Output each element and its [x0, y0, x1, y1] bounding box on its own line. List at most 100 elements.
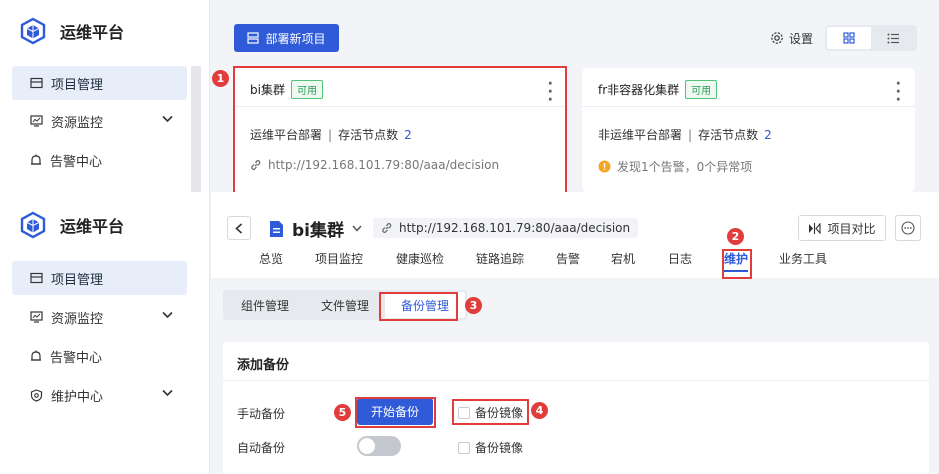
chevron-down-icon[interactable]: [162, 115, 173, 123]
project-compare-button[interactable]: 项目对比: [798, 215, 886, 241]
maintenance-sub-tabs: 组件管理 文件管理 备份管理: [223, 290, 468, 320]
sub-tab-file-management[interactable]: 文件管理: [305, 292, 385, 318]
tab-maintenance[interactable]: 维护: [724, 250, 749, 272]
gear-icon: [771, 32, 783, 44]
project-card-fr[interactable]: fr非容器化集群 可用 · · · 非运维平台部署 | 存活节点数 2 发现1个告警…: [582, 68, 915, 192]
chevron-down-icon[interactable]: [352, 225, 362, 232]
deploy-type: 运维平台部署: [250, 128, 323, 142]
list-box-icon: [30, 77, 43, 89]
status-badge: 可用: [290, 80, 323, 99]
nodes-count[interactable]: 2: [764, 128, 772, 142]
project-title-text: bi集群: [292, 221, 344, 241]
project-title[interactable]: bi集群: [269, 216, 362, 241]
tab-business-tools[interactable]: 业务工具: [779, 250, 827, 272]
project-detail-area: bi集群 http://192.168.101.79:80/aaa/decisi…: [211, 192, 939, 474]
back-button[interactable]: [227, 216, 251, 240]
checkbox-box[interactable]: [458, 441, 470, 454]
callout-badge: 2: [727, 228, 744, 245]
bottom-screenshot-pane: 运维平台 项目管理 资源监控 告警中心 维护中心 bi集群 http://192…: [0, 192, 939, 474]
project-url-text: http://192.168.101.79:80/aaa/decision: [399, 221, 631, 235]
callout-badge: 5: [334, 404, 351, 421]
settings-label: 设置: [788, 31, 813, 46]
sidebar-item-resource-monitor[interactable]: 资源监控: [12, 104, 187, 138]
backup-mirror-checkbox[interactable]: 备份镜像: [458, 404, 523, 421]
bell-icon: [31, 154, 41, 165]
start-backup-button[interactable]: 开始备份: [357, 398, 433, 425]
card-divider: [582, 106, 915, 107]
sub-tab-backup-management[interactable]: 备份管理: [385, 292, 466, 318]
more-options-button[interactable]: [895, 215, 921, 241]
sidebar: 运维平台 项目管理 资源监控 告警中心 维护中心: [0, 192, 210, 474]
more-vertical-icon[interactable]: · · ·: [548, 77, 553, 107]
card-divider: [234, 106, 567, 107]
list-box-icon: [30, 272, 43, 284]
auto-backup-mirror-checkbox[interactable]: 备份镜像: [458, 439, 523, 456]
sidebar-item-resource-monitor[interactable]: 资源监控: [12, 300, 187, 334]
callout-badge: 3: [465, 297, 482, 314]
add-backup-panel: 添加备份: [223, 342, 929, 474]
list-icon: [887, 33, 899, 43]
card-meta: 非运维平台部署 | 存活节点数 2: [598, 126, 772, 143]
deploy-new-project-button[interactable]: 部署新项目: [234, 24, 339, 52]
auto-backup-switch[interactable]: [357, 436, 401, 456]
deploy-type: 非运维平台部署: [598, 128, 683, 142]
sidebar-item-maintenance-center[interactable]: 维护中心: [12, 378, 187, 412]
shield-gear-icon: [30, 388, 43, 402]
card-warning[interactable]: 发现1个告警，0个异常项: [598, 158, 752, 175]
link-icon: [382, 223, 392, 233]
checkbox-label: 备份镜像: [475, 406, 524, 420]
tab-logs[interactable]: 日志: [668, 250, 692, 272]
card-title-text: bi集群: [250, 83, 285, 97]
sidebar-item-project-management[interactable]: 项目管理: [12, 66, 187, 100]
sidebar-item-alert-center[interactable]: 告警中心: [12, 339, 187, 373]
tab-alerts[interactable]: 告警: [556, 250, 580, 272]
project-list-area: 部署新项目 设置 bi集群 可用 · · · 运维平台部署 | 存活节点数 2 …: [211, 0, 939, 192]
list-view-button[interactable]: [871, 27, 915, 49]
tab-downtime[interactable]: 宕机: [611, 250, 635, 272]
project-url[interactable]: http://192.168.101.79:80/aaa/decision: [373, 218, 639, 238]
sidebar-item-project-management[interactable]: 项目管理: [12, 261, 187, 295]
project-header: bi集群 http://192.168.101.79:80/aaa/decisi…: [211, 192, 939, 278]
more-vertical-icon[interactable]: · · ·: [896, 77, 901, 107]
grid-icon: [843, 32, 855, 44]
bell-icon: [31, 350, 41, 361]
sidebar-item-label: 告警中心: [50, 154, 103, 170]
auto-backup-label: 自动备份: [237, 441, 286, 455]
card-url[interactable]: http://192.168.101.79:80/aaa/decision: [250, 158, 499, 172]
app-logo: 运维平台: [20, 210, 124, 240]
manual-backup-label: 手动备份: [237, 407, 286, 421]
app-logo: 运维平台: [20, 16, 124, 46]
compare-label: 项目对比: [827, 221, 876, 236]
cube-logo-icon: [20, 17, 46, 45]
monitor-chart-icon: [30, 311, 43, 323]
sidebar-item-alert-center[interactable]: 告警中心: [12, 143, 187, 177]
checkbox-box[interactable]: [458, 406, 470, 419]
nodes-count[interactable]: 2: [404, 128, 412, 142]
checkbox-label: 备份镜像: [475, 441, 524, 455]
link-icon: [251, 160, 261, 170]
panel-title: 添加备份: [237, 358, 290, 373]
view-mode-toggle: [825, 25, 917, 51]
callout-badge: 4: [531, 402, 548, 419]
sub-tab-component-management[interactable]: 组件管理: [225, 292, 305, 318]
grid-view-button[interactable]: [827, 27, 871, 49]
tab-project-monitor[interactable]: 项目监控: [315, 250, 363, 272]
settings-button[interactable]: 设置: [770, 30, 813, 47]
sidebar-item-label: 资源监控: [51, 311, 104, 327]
card-meta: 运维平台部署 | 存活节点数 2: [250, 126, 412, 143]
status-badge: 可用: [685, 80, 718, 99]
tab-health-check[interactable]: 健康巡检: [396, 250, 444, 272]
chevron-down-icon[interactable]: [162, 389, 173, 397]
warning-text: 发现1个告警，0个异常项: [617, 160, 753, 174]
callout-badge: 1: [212, 70, 229, 87]
deploy-button-label: 部署新项目: [265, 31, 326, 46]
project-card-bi[interactable]: bi集群 可用 · · · 运维平台部署 | 存活节点数 2 http://192.…: [234, 68, 567, 192]
start-backup-label: 开始备份: [370, 405, 419, 419]
sidebar-scrollbar[interactable]: [191, 66, 201, 192]
chevron-left-icon: [235, 222, 243, 234]
tab-overview[interactable]: 总览: [259, 250, 283, 272]
chevron-down-icon[interactable]: [162, 311, 173, 319]
sidebar-item-label: 资源监控: [51, 115, 104, 131]
tab-trace[interactable]: 链路追踪: [476, 250, 524, 272]
document-icon: [270, 220, 283, 237]
